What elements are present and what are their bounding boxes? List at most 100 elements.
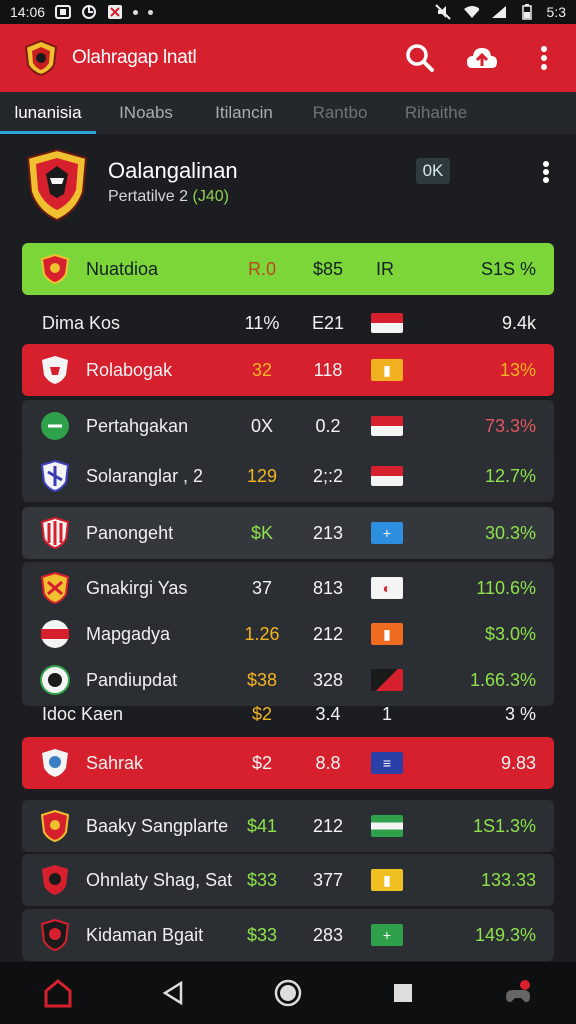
list-item[interactable]: Dima Kos 11% E21 9.4k <box>22 297 554 349</box>
list-item[interactable]: Idoc Kaen $2 3.4 1 3 % <box>22 694 554 734</box>
club-name: Sahrak <box>86 752 144 773</box>
flag-icon <box>370 815 404 837</box>
club-crest-icon <box>38 571 72 605</box>
club-name: Dima Kos <box>42 312 121 333</box>
system-nav-bar <box>0 962 576 1024</box>
team-subtitle-highlight: (J40) <box>192 188 229 205</box>
list-item[interactable]: Solaranglar , 2 129 2;:2 12.7% <box>22 450 554 502</box>
more-vert-icon <box>543 161 549 183</box>
stat-col-4: 110.6% <box>476 577 536 598</box>
stat-col-4: 9.4k <box>501 312 536 333</box>
mute-icon <box>434 4 451 20</box>
stat-col-4: 30.3% <box>484 522 536 543</box>
stat-col-1: 1.26 <box>244 623 280 644</box>
flag-icon: ◐ <box>370 577 404 599</box>
club-name: Gnakirgi Yas <box>86 577 188 598</box>
stat-col-2: 377 <box>312 869 344 890</box>
stat-col-2: 212 <box>312 623 344 644</box>
back-icon <box>162 981 183 1005</box>
club-name: Mapgadya <box>86 623 171 644</box>
stat-col-4: 1S1.3% <box>472 815 536 836</box>
stat-col-1: $33 <box>246 924 278 945</box>
signal-icon <box>491 4 507 20</box>
club-name: Rolabogak <box>86 359 173 380</box>
stat-col-1: $K <box>250 522 274 543</box>
club-crest-icon <box>38 459 72 493</box>
tab-inoabs[interactable]: INoabs <box>96 92 196 134</box>
stat-col-4: $3.0% <box>484 623 536 644</box>
stat-col-3: 1 <box>381 703 392 724</box>
list-item[interactable]: Rolabogak 32 118 ▮ 13% <box>22 344 554 396</box>
game-launcher-button[interactable] <box>498 973 538 1013</box>
status-bar: 14:06 5:3 <box>0 0 576 24</box>
tab-rantbo[interactable]: Rantbo <box>292 92 388 134</box>
club-crest-icon <box>38 516 72 550</box>
tab-lunanisia[interactable]: lunanisia <box>0 92 96 134</box>
cloud-upload-icon <box>467 48 497 68</box>
stat-col-2: 212 <box>312 815 344 836</box>
stat-col-4: 149.3% <box>474 924 536 945</box>
club-crest-icon <box>38 809 72 843</box>
team-more-button[interactable] <box>534 158 558 186</box>
club-name: Baaky Sangplarte <box>86 815 229 836</box>
team-name: Oalangalinan <box>108 158 238 183</box>
club-name: Kidaman Bgait <box>86 924 204 945</box>
stat-col-1: 32 <box>251 359 273 380</box>
list-item[interactable]: Sahrak $2 8.8 ≡ 9.83 <box>22 737 554 789</box>
team-subtitle: Pertatilve 2 (J40) <box>108 188 229 206</box>
stat-col-1: $2 <box>251 752 273 773</box>
team-card: Oalangalinan Pertatilve 2 (J40) 0K <box>14 140 562 230</box>
team-subtitle-prefix: Pertatilve 2 <box>108 188 189 205</box>
tab-rihaithe[interactable]: Rihaithe <box>388 92 484 134</box>
tab-itilancin[interactable]: Itilancin <box>196 92 292 134</box>
search-button[interactable] <box>404 42 436 74</box>
stat-col-1: 0X <box>250 415 274 436</box>
club-crest-icon <box>38 252 72 286</box>
stat-col-2: 813 <box>312 577 344 598</box>
flag-icon <box>370 669 404 691</box>
recents-button[interactable] <box>383 973 423 1013</box>
stat-col-4: 73.3% <box>484 415 536 436</box>
recents-icon <box>394 984 413 1002</box>
back-button[interactable] <box>153 973 193 1013</box>
flag-icon <box>370 415 404 437</box>
upload-button[interactable] <box>466 42 498 74</box>
tab-bar: lunanisia INoabs Itilancin Rantbo Rihait… <box>0 92 576 134</box>
stat-col-2: 8.8 <box>315 752 341 773</box>
stat-col-2: 3.4 <box>315 703 341 724</box>
stat-col-4: 9.83 <box>500 752 536 773</box>
flag-icon: + <box>370 522 404 544</box>
club-crest-icon <box>38 409 72 443</box>
app-logo-icon <box>22 39 60 77</box>
stat-col-1: 37 <box>251 577 273 598</box>
stat-col-2: 213 <box>312 522 344 543</box>
list-item[interactable]: Ohnlaty Shag, Sat $33 377 ▮ 133.33 <box>22 854 554 906</box>
app-notification-icon <box>81 4 97 20</box>
stat-col-3: IR <box>376 258 394 279</box>
list-item[interactable]: Nuatdioa R.0 $85 IR S1S % <box>22 243 554 295</box>
stat-col-2: 283 <box>312 924 344 945</box>
stat-col-1: 11% <box>244 312 280 333</box>
overflow-menu-button[interactable] <box>528 42 560 74</box>
home-app-button[interactable] <box>38 973 78 1013</box>
home-button[interactable] <box>268 973 308 1013</box>
list-item[interactable]: Pertahgakan 0X 0.2 73.3% <box>22 400 554 452</box>
club-name: Nuatdioa <box>86 258 159 279</box>
stat-col-1: R.0 <box>247 258 276 279</box>
stat-col-1: $2 <box>251 703 273 724</box>
stat-col-1: $41 <box>246 815 278 836</box>
club-name: Panongeht <box>86 522 174 543</box>
list-item[interactable]: Mapgadya 1.26 212 ▮ $3.0% <box>22 608 554 660</box>
list-item[interactable]: Gnakirgi Yas 37 813 ◐ 110.6% <box>22 562 554 614</box>
stat-col-4: 12.7% <box>484 465 536 486</box>
home-circle-icon <box>274 979 302 1007</box>
club-crest-icon <box>38 353 72 387</box>
list-item[interactable]: Kidaman Bgait $33 283 + 149.3% <box>22 909 554 961</box>
stat-col-4: S1S % <box>480 258 536 279</box>
list-item[interactable]: Baaky Sangplarte $41 212 1S1.3% <box>22 800 554 852</box>
list-item[interactable]: Panongeht $K 213 + 30.3% <box>22 507 554 559</box>
stat-col-2: 328 <box>312 669 344 690</box>
app-bar: Olahragap lnatl <box>0 24 576 92</box>
flag-icon: ≡ <box>370 752 404 774</box>
status-battery-time: 5:3 <box>546 4 566 20</box>
